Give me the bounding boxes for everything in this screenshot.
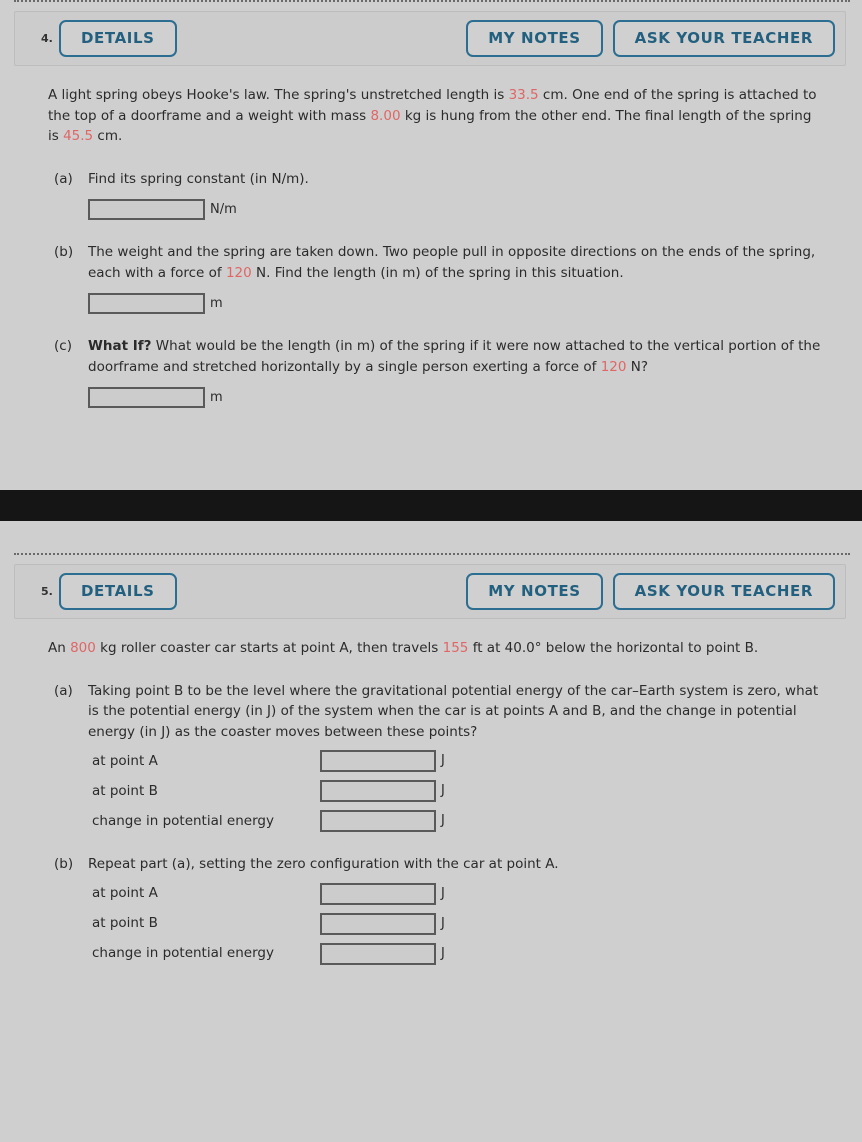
part-b-label: (b) xyxy=(54,244,74,261)
part5-a-unit-change: J xyxy=(441,813,445,829)
part-c-unit: m xyxy=(210,389,223,405)
part-c-what-if-emphasis: What If? xyxy=(88,338,152,355)
problem-4-part-b: (b) The weight and the spring are taken … xyxy=(54,242,822,315)
part-a-unit: N/m xyxy=(210,201,237,217)
part-c-answer-input[interactable] xyxy=(88,387,205,409)
stem5-text-1: An xyxy=(48,640,71,657)
part-b-answer-row: m xyxy=(88,293,822,315)
stem5-text-3: ft at 40.0° below the horizontal to poin… xyxy=(468,640,759,657)
part5-b-row-point-a: at point A J xyxy=(92,882,822,905)
stem-text-1: A light spring obeys Hooke's law. The sp… xyxy=(48,87,509,103)
part5-a-row-point-a: at point A J xyxy=(92,750,822,773)
part5-b-unit-change: J xyxy=(441,945,445,961)
details-button-5[interactable]: DETAILS xyxy=(59,573,177,611)
part-c-answer-row: m xyxy=(88,387,822,409)
part-a-body: Find its spring constant (in N/m). N/m xyxy=(88,169,822,221)
problem-5-part-a: (a) Taking point B to be the level where… xyxy=(54,681,822,833)
part5-a-input-point-a[interactable] xyxy=(320,750,436,773)
assignment-page: 4. DETAILS MY NOTES ASK YOUR TEACHER A l… xyxy=(0,0,862,1061)
page-bottom-space xyxy=(0,965,862,1061)
problem-5: 5. DETAILS MY NOTES ASK YOUR TEACHER An … xyxy=(0,553,862,1061)
part5-b-row-point-b-label: at point B xyxy=(92,915,158,932)
part5-a-input-change[interactable] xyxy=(320,810,436,833)
part5-a-row-point-a-label: at point A xyxy=(92,752,158,769)
my-notes-button-4[interactable]: MY NOTES xyxy=(466,20,603,57)
stem-value-final-length: 45.5 xyxy=(63,128,94,145)
part-c-text-1: What would be the length (in m) of the s… xyxy=(88,338,821,375)
part-a-answer-input[interactable] xyxy=(88,199,205,221)
part-b-answer-input[interactable] xyxy=(88,293,205,315)
part5-a-body: Taking point B to be the level where the… xyxy=(88,681,822,833)
part5-b-unit-point-a: J xyxy=(441,885,445,901)
problem-4-statement: A light spring obeys Hooke's law. The sp… xyxy=(48,85,822,147)
part-c-body: What If? What would be the length (in m)… xyxy=(88,336,822,409)
part5-a-answer-group: at point A J at point B J change in pote… xyxy=(92,750,822,833)
stem5-value-distance: 155 xyxy=(442,640,469,657)
my-notes-button-5[interactable]: MY NOTES xyxy=(466,573,603,611)
part5-b-unit-point-b: J xyxy=(441,915,445,931)
part-a-answer-row: N/m xyxy=(88,199,822,221)
part5-a-row-change: change in potential energy J xyxy=(92,810,822,833)
part5-b-row-change-label: change in potential energy xyxy=(92,945,274,962)
part5-b-input-change[interactable] xyxy=(320,942,436,965)
part5-a-row-point-b-label: at point B xyxy=(92,782,158,799)
part5-b-row-point-a-label: at point A xyxy=(92,885,158,902)
part5-a-label: (a) xyxy=(54,682,73,699)
part-b-text-2: N. Find the length (in m) of the spring … xyxy=(251,264,624,281)
problem-4-header-card: 4. DETAILS MY NOTES ASK YOUR TEACHER xyxy=(14,11,846,66)
stem-text-4: cm. xyxy=(93,128,123,145)
problem-4: 4. DETAILS MY NOTES ASK YOUR TEACHER A l… xyxy=(0,0,862,490)
part5-a-text: Taking point B to be the level where the… xyxy=(88,682,819,740)
ask-your-teacher-button-5[interactable]: ASK YOUR TEACHER xyxy=(612,573,835,611)
problem-5-statement: An 800 kg roller coaster car starts at p… xyxy=(48,638,822,659)
part-c-value-force: 120 xyxy=(600,358,627,375)
stem-value-mass: 8.00 xyxy=(370,107,401,124)
part5-b-answer-group: at point A J at point B J change in pote… xyxy=(92,882,822,965)
problem-5-number: 5. xyxy=(41,585,53,599)
problem-4-part-c: (c) What If? What would be the length (i… xyxy=(54,336,822,409)
part-a-label: (a) xyxy=(54,170,73,187)
section-divider-band xyxy=(0,490,862,522)
ask-your-teacher-button-4[interactable]: ASK YOUR TEACHER xyxy=(612,20,835,57)
problem-5-part-b: (b) Repeat part (a), setting the zero co… xyxy=(54,854,822,965)
details-button-4[interactable]: DETAILS xyxy=(59,20,177,57)
part-b-unit: m xyxy=(210,295,223,311)
part5-b-input-point-a[interactable] xyxy=(320,882,436,905)
post-divider-space xyxy=(0,521,862,553)
part5-b-body: Repeat part (a), setting the zero config… xyxy=(88,854,822,965)
stem5-value-mass: 800 xyxy=(70,640,96,657)
part-a-text: Find its spring constant (in N/m). xyxy=(88,170,309,187)
stem-value-unstretched-length: 33.5 xyxy=(508,87,539,103)
problem-4-part-a: (a) Find its spring constant (in N/m). N… xyxy=(54,169,822,221)
problem-separator-top xyxy=(14,0,850,2)
problem-4-bottom-space xyxy=(0,408,862,490)
part-c-label: (c) xyxy=(54,338,72,355)
part-c-text-2: N? xyxy=(626,358,649,375)
part-b-body: The weight and the spring are taken down… xyxy=(88,242,822,315)
problem-5-header-card: 5. DETAILS MY NOTES ASK YOUR TEACHER xyxy=(14,564,846,620)
part5-a-input-point-b[interactable] xyxy=(320,780,436,803)
part5-a-unit-point-a: J xyxy=(441,753,445,769)
part5-b-label: (b) xyxy=(54,856,74,873)
part5-b-text: Repeat part (a), setting the zero config… xyxy=(88,856,559,873)
part5-b-row-point-b: at point B J xyxy=(92,912,822,935)
problem-4-number: 4. xyxy=(41,32,53,45)
problem-separator-5 xyxy=(14,553,850,556)
part5-a-row-change-label: change in potential energy xyxy=(92,812,274,829)
part5-b-row-change: change in potential energy J xyxy=(92,942,822,965)
stem5-text-2: kg roller coaster car starts at point A,… xyxy=(95,640,443,657)
part-b-value-force: 120 xyxy=(225,264,252,281)
part5-b-input-point-b[interactable] xyxy=(320,912,436,935)
part5-a-row-point-b: at point B J xyxy=(92,780,822,803)
part5-a-unit-point-b: J xyxy=(441,783,445,799)
